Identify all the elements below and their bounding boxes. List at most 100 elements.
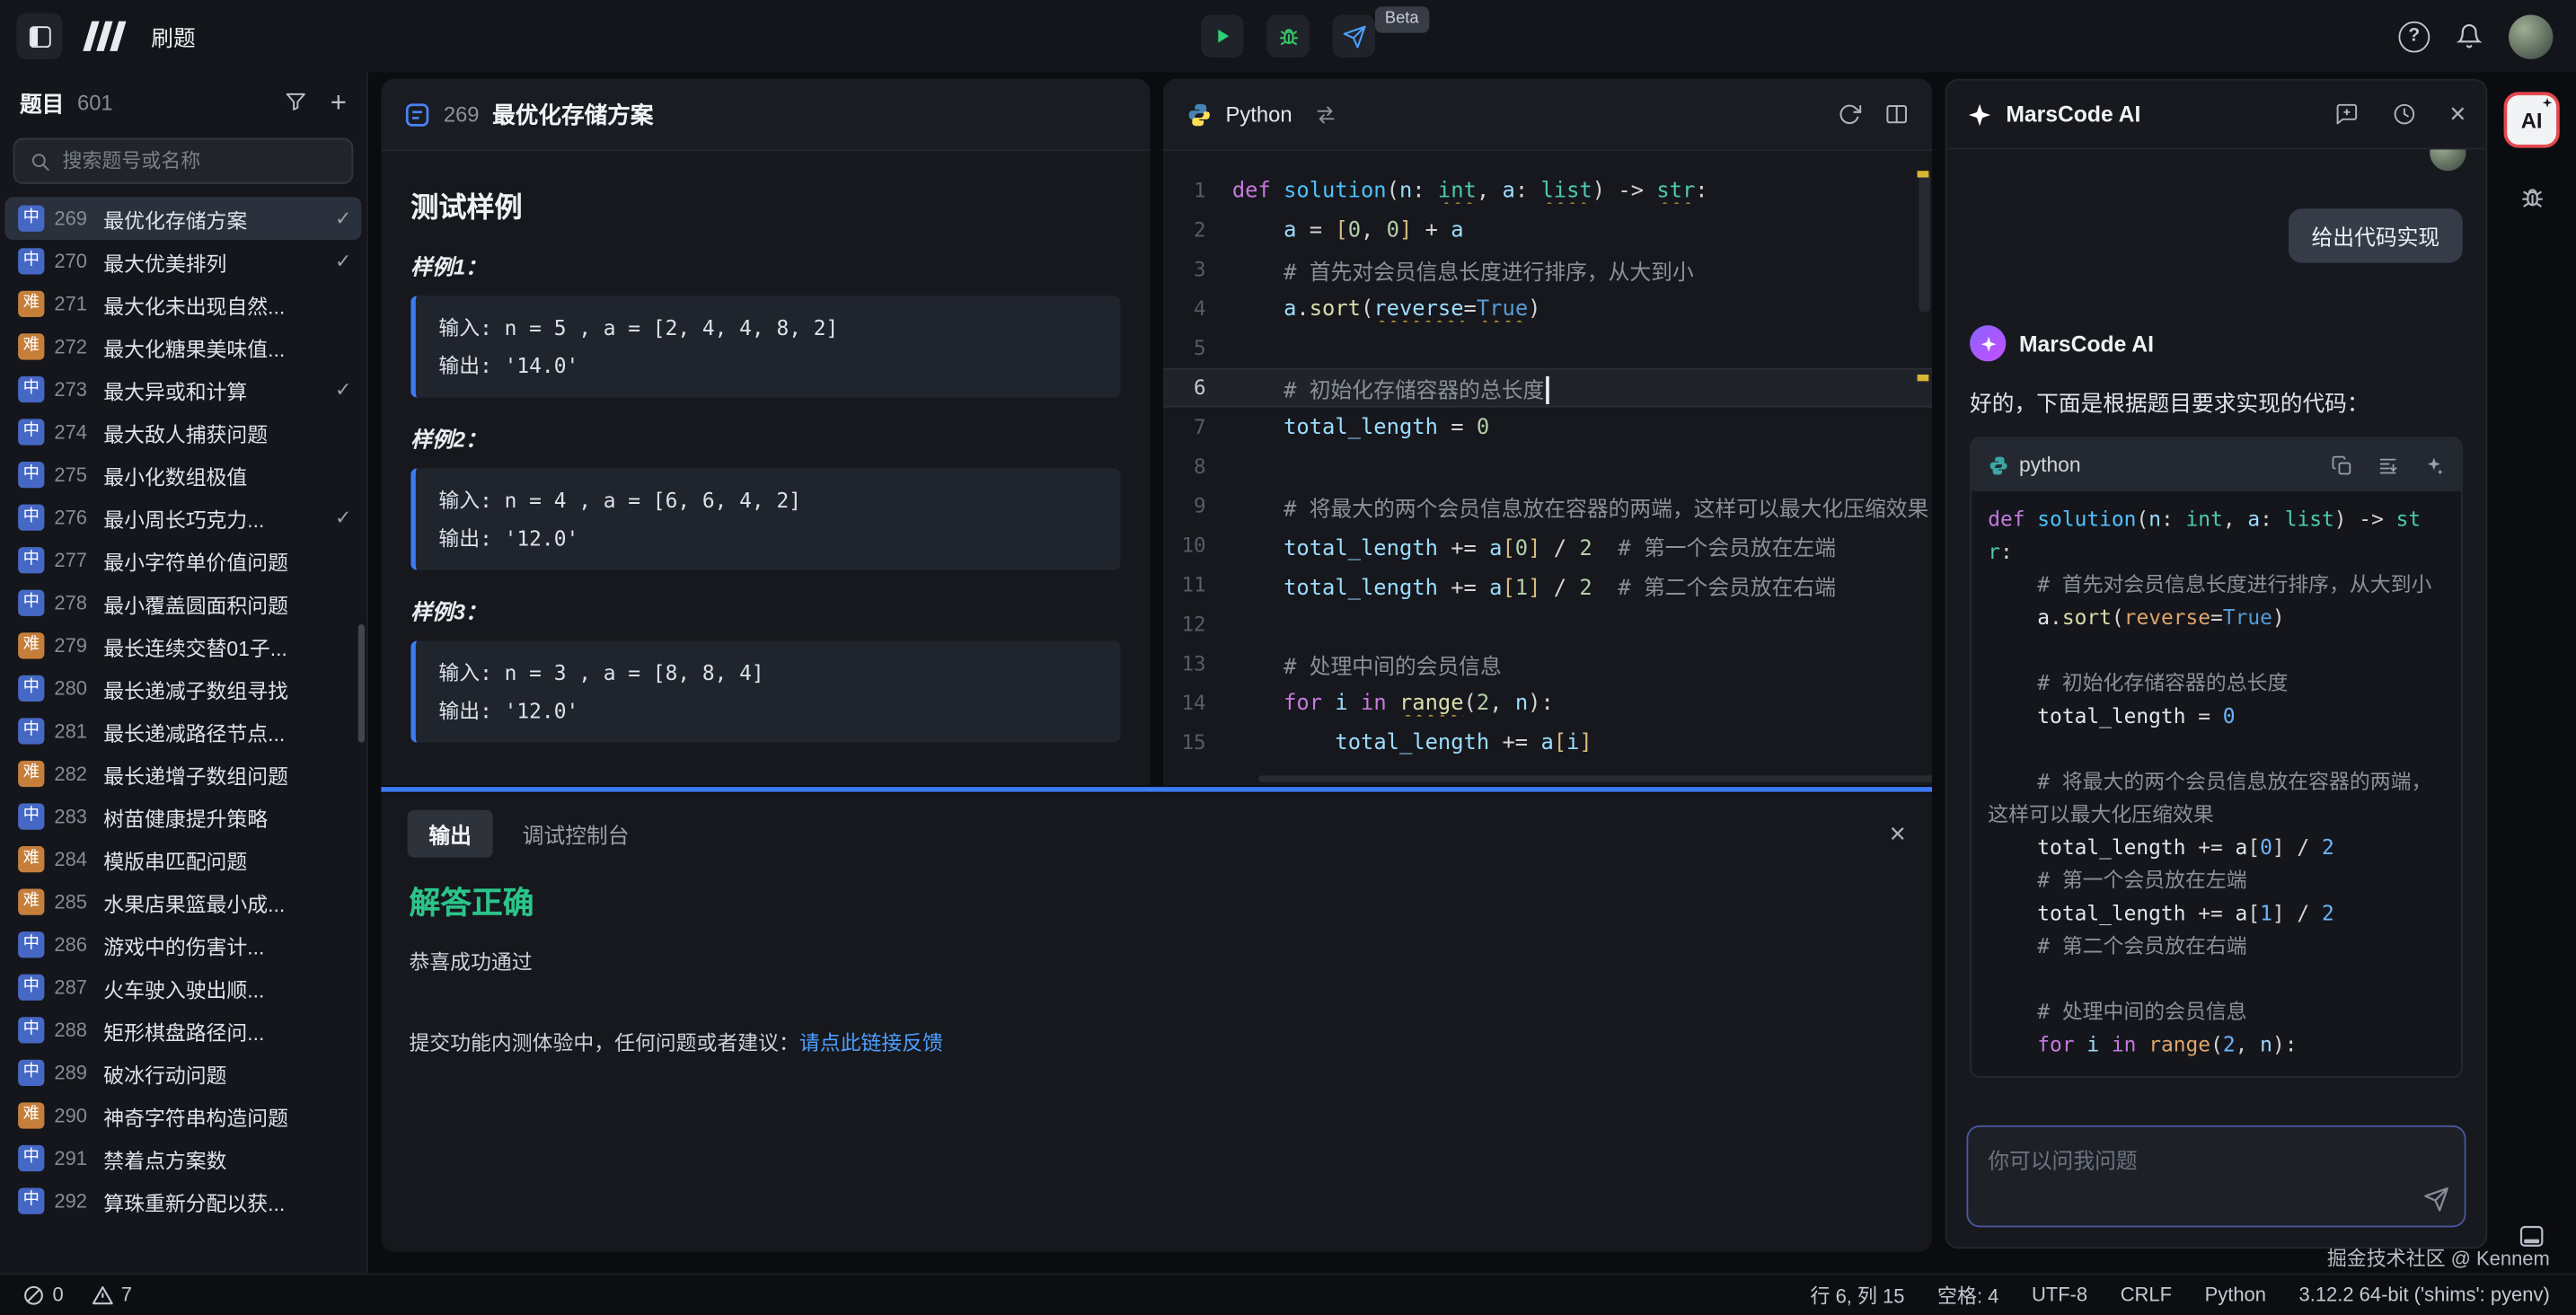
problem-title: 最长递减路径节点... — [103, 716, 351, 747]
problem-list-item[interactable]: 中281最长递减路径节点... — [4, 710, 361, 753]
problem-list-item[interactable]: 中288矩形棋盘路径问... — [4, 1009, 361, 1052]
problem-list-item[interactable]: 中270最大优美排列✓ — [4, 240, 361, 283]
run-button[interactable] — [1201, 14, 1244, 57]
tab-debug-console[interactable]: 调试控制台 — [523, 817, 630, 849]
editor-horizontal-scrollbar[interactable] — [1258, 775, 1932, 781]
encoding-setting[interactable]: UTF-8 — [2032, 1284, 2087, 1307]
marscode-ai-panel: MarsCode AI × 给出代码实现 MarsCode AI 好的，下面是根… — [1945, 79, 2488, 1249]
debug-button[interactable] — [1266, 14, 1310, 57]
switch-language-button[interactable] — [1315, 102, 1338, 126]
insert-code-button[interactable] — [2378, 455, 2399, 476]
problem-list-item[interactable]: 中292算珠重新分配以获... — [4, 1179, 361, 1222]
editor-line[interactable]: 9 # 将最大的两个会员信息放在容器的两端，这样可以最大化压缩效果 — [1163, 486, 1932, 525]
marscode-logo[interactable] — [81, 20, 134, 53]
problem-list-item[interactable]: 中275最小化数组极值 — [4, 454, 361, 497]
problem-list-item[interactable]: 中277最小字符单价值问题 — [4, 539, 361, 582]
close-output-icon[interactable]: × — [1890, 819, 1906, 847]
ai-input-field[interactable] — [1968, 1127, 2464, 1226]
eol-setting[interactable]: CRLF — [2121, 1284, 2172, 1307]
problem-list-item[interactable]: 难279最长连续交替01子... — [4, 624, 361, 667]
submit-button[interactable] — [1332, 14, 1375, 57]
editor-line[interactable]: 11 total_length += a[1] / 2 # 第二个会员放在右端 — [1163, 565, 1932, 605]
debug-rail-button[interactable] — [2518, 184, 2545, 212]
sidebar-scrollbar[interactable] — [358, 624, 365, 743]
code-token: : — [2260, 506, 2285, 530]
code-token: for — [2037, 1032, 2074, 1056]
apply-code-button[interactable] — [2423, 455, 2445, 476]
editor-line[interactable]: 2 a = [0, 0] + a — [1163, 210, 1932, 250]
search-box[interactable] — [13, 138, 354, 184]
problem-list-item[interactable]: 中286游戏中的伤害计... — [4, 923, 361, 966]
editor-line[interactable]: 7 total_length = 0 — [1163, 408, 1932, 447]
problem-list-item[interactable]: 难285水果店果篮最小成... — [4, 880, 361, 923]
editor-line[interactable]: 12 — [1163, 605, 1932, 644]
editor-line[interactable]: 14 for i in range(2, n): — [1163, 684, 1932, 723]
user-avatar[interactable] — [2509, 14, 2553, 58]
code-token: , — [2223, 506, 2248, 530]
problem-list-item[interactable]: 难282最长递增子数组问题 — [4, 753, 361, 796]
split-editor-button[interactable] — [1884, 101, 1909, 126]
editor-line[interactable]: 13 # 处理中间的会员信息 — [1163, 644, 1932, 684]
code-token: [ — [1502, 536, 1514, 560]
code-token: += — [1438, 536, 1489, 560]
tab-output[interactable]: 输出 — [408, 809, 493, 857]
reset-code-button[interactable] — [1837, 101, 1861, 126]
problem-number: 282 — [54, 763, 93, 786]
python-interpreter[interactable]: 3.12.2 64-bit ('shims': pyenv) — [2299, 1284, 2550, 1307]
close-ai-panel-button[interactable]: × — [2449, 101, 2466, 128]
new-chat-button[interactable] — [2334, 101, 2359, 126]
editor-line[interactable]: 8 — [1163, 447, 1932, 487]
sidebar-toggle-button[interactable] — [16, 13, 62, 59]
editor-line[interactable]: 3 # 首先对会员信息长度进行排序，从大到小 — [1163, 250, 1932, 289]
editor-vertical-scrollbar[interactable] — [1919, 171, 1930, 312]
editor-tab-python[interactable]: Python — [1226, 101, 1292, 126]
line-number: 14 — [1163, 692, 1232, 715]
cursor-position[interactable]: 行 6, 列 15 — [1811, 1281, 1905, 1309]
indentation-setting[interactable]: 空格: 4 — [1937, 1281, 1998, 1309]
editor-line[interactable]: 4 a.sort(reverse=True) — [1163, 289, 1932, 329]
notifications-button[interactable] — [2457, 23, 2483, 49]
code-token: [ — [2247, 834, 2260, 859]
ai-input-box[interactable] — [1966, 1125, 2466, 1227]
code-token — [1232, 576, 1284, 600]
chat-history-button[interactable] — [2392, 101, 2416, 126]
ai-assistant-rail-button[interactable]: AI — [2504, 92, 2560, 147]
help-button[interactable]: ? — [2398, 21, 2430, 52]
editor-line[interactable]: 6 # 初始化存储容器的总长度 — [1163, 368, 1932, 408]
editor-line[interactable]: 15 total_length += a[i] — [1163, 723, 1932, 763]
send-message-button[interactable] — [2423, 1187, 2449, 1213]
editor-line[interactable]: 10 total_length += a[0] / 2 # 第一个会员放在左端 — [1163, 525, 1932, 565]
problem-list-item[interactable]: 中278最小覆盖圆面积问题 — [4, 582, 361, 625]
editor-line[interactable]: 5 — [1163, 329, 1932, 368]
problem-title: 最小周长巧克力... — [103, 502, 325, 534]
problem-list-item[interactable]: 难272最大化糖果美味值... — [4, 325, 361, 368]
code-token: total_length — [2037, 834, 2185, 859]
problem-list-item[interactable]: 中273最大异或和计算✓ — [4, 368, 361, 411]
copy-code-button[interactable] — [2331, 455, 2352, 476]
code-token: / — [2285, 900, 2322, 924]
problem-list-item[interactable]: 中283树苗健康提升策略 — [4, 795, 361, 838]
problem-list-item[interactable]: 难290神奇字符串构造问题 — [4, 1094, 361, 1137]
search-input[interactable] — [63, 149, 337, 172]
difficulty-badge: 中 — [18, 419, 44, 445]
problem-list-item[interactable]: 中280最长递减子数组寻找 — [4, 667, 361, 710]
problem-list-item[interactable]: 中276最小周长巧克力...✓ — [4, 496, 361, 539]
editor-line[interactable]: 1def solution(n: int, a: list) -> str: — [1163, 171, 1932, 210]
problem-list-item[interactable]: 中287火车驶入驶出顺... — [4, 966, 361, 1010]
panel-resize-handle[interactable] — [381, 787, 1932, 791]
problem-list-item[interactable]: 难284模版串匹配问题 — [4, 838, 361, 881]
code-token: def — [1988, 506, 2037, 530]
problem-list-item[interactable]: 中269最优化存储方案✓ — [4, 197, 361, 240]
problem-list-item[interactable]: 中289破冰行动问题 — [4, 1052, 361, 1095]
code-editor[interactable]: 1def solution(n: int, a: list) -> str:2 … — [1163, 151, 1932, 785]
problems-status[interactable]: 0 7 — [23, 1284, 132, 1307]
filter-button[interactable] — [285, 91, 308, 114]
problem-list-item[interactable]: 难271最大化未出现自然... — [4, 283, 361, 326]
play-icon — [1213, 26, 1232, 46]
problem-list-item[interactable]: 中274最大敌人捕获问题 — [4, 410, 361, 454]
feedback-link[interactable]: 请点此链接反馈 — [799, 1032, 943, 1055]
problem-list-item[interactable]: 中291禁着点方案数 — [4, 1137, 361, 1180]
language-mode[interactable]: Python — [2205, 1284, 2266, 1307]
add-problem-button[interactable]: + — [331, 88, 347, 116]
code-token: 0 — [2223, 703, 2236, 728]
